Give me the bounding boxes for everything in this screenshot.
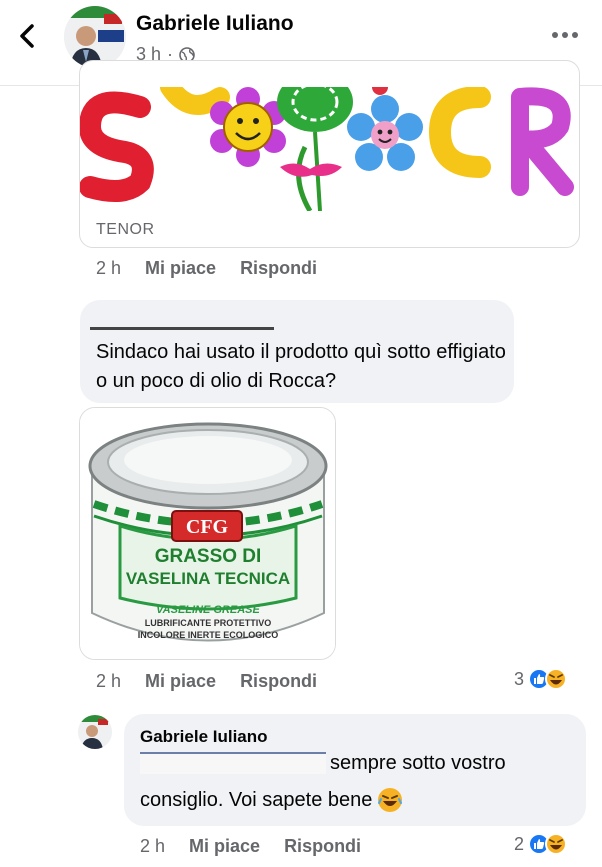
reply-author-name[interactable]: Gabriele Iuliano <box>140 727 268 747</box>
laughing-emoji-icon <box>378 788 403 812</box>
product-brand: CFG <box>186 516 229 538</box>
reply-text-line2: consiglio. Voi sapete bene <box>140 788 373 811</box>
reply-button[interactable]: Rispondi <box>284 836 361 857</box>
reaction-count: 3 <box>514 668 525 689</box>
gif-image <box>80 87 579 211</box>
product-subtitle: VASELINE GREASE <box>156 604 260 616</box>
like-button[interactable]: Mi piace <box>145 671 216 692</box>
gif-comment-actions: 2 h Mi piace Rispondi <box>96 258 341 279</box>
reply-button[interactable]: Rispondi <box>240 671 317 692</box>
comment-time[interactable]: 2 h <box>96 671 121 692</box>
redacted-mention[interactable] <box>140 752 326 774</box>
comment-photo[interactable]: CFG GRASSO DI VASELINA TECNICA VASELINE … <box>79 407 336 660</box>
author-avatar[interactable] <box>64 6 126 68</box>
redacted-commenter-name <box>90 310 274 330</box>
product-title-line1: GRASSO DI <box>155 546 262 567</box>
gif-attachment[interactable]: TENOR <box>79 60 580 248</box>
product-title-line2: VASELINA TECNICA <box>126 569 290 588</box>
product-desc-line1: LUBRIFICANTE PROTETTIVO <box>145 618 272 628</box>
product-desc-line2: INCOLORE INERTE ECOLOGICO <box>138 630 279 640</box>
gif-provider-label: TENOR <box>96 221 155 238</box>
comment-text: Sindaco hai usato il prodotto quì sotto … <box>96 341 506 392</box>
reaction-count: 2 <box>514 833 525 854</box>
like-button[interactable]: Mi piace <box>189 836 260 857</box>
haha-reaction-icon <box>545 668 568 690</box>
haha-reaction-icon <box>545 833 568 855</box>
reply-button[interactable]: Rispondi <box>240 258 317 279</box>
comment-time[interactable]: 2 h <box>96 258 121 279</box>
more-horizontal-icon[interactable] <box>550 28 580 42</box>
reply-text-line1: sempre sotto vostro <box>330 752 506 774</box>
chevron-left-icon[interactable] <box>14 22 42 50</box>
reply-actions: 2 h Mi piace Rispondi <box>140 836 385 857</box>
comment1-actions: 2 h Mi piace Rispondi <box>96 671 341 692</box>
comment-time[interactable]: 2 h <box>140 836 165 857</box>
reply-reactions[interactable]: 2 <box>514 833 568 855</box>
like-button[interactable]: Mi piace <box>145 258 216 279</box>
author-name[interactable]: Gabriele Iuliano <box>136 12 294 36</box>
comment1-reactions[interactable]: 3 <box>514 668 568 690</box>
reply-author-avatar[interactable] <box>78 715 112 749</box>
reply-text-line2-wrap: consiglio. Voi sapete bene <box>140 788 403 812</box>
